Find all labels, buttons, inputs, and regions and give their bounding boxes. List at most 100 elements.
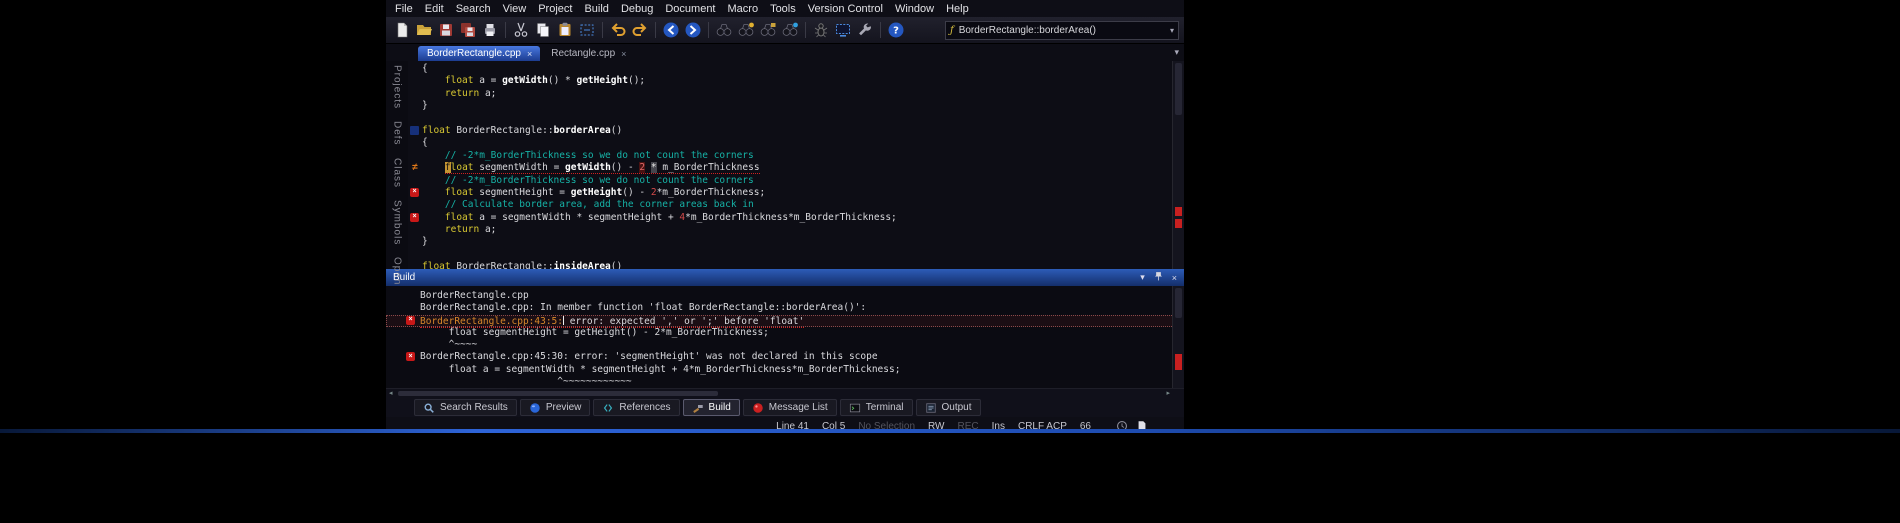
- build-line: float segmentHeight = getHeight() - 2*m_…: [386, 327, 1184, 339]
- undo-icon[interactable]: [608, 20, 628, 40]
- side-tab-class[interactable]: Class: [392, 158, 403, 188]
- cut-icon[interactable]: [511, 20, 531, 40]
- display-settings-icon[interactable]: [833, 20, 853, 40]
- output-icon: [925, 402, 937, 414]
- editor-tab-bar: BorderRectangle.cpp×Rectangle.cpp× ▾: [386, 44, 1184, 61]
- status-bar: Line 41Col 5No SelectionRWRECInsCRLF ACP…: [386, 417, 1184, 429]
- tab-overflow-chevron-icon[interactable]: ▾: [1174, 47, 1179, 58]
- panel-close-icon[interactable]: ×: [1172, 273, 1177, 283]
- output-tab-preview[interactable]: Preview: [520, 399, 591, 416]
- tab-borderrectangle-cpp[interactable]: BorderRectangle.cpp×: [418, 46, 540, 61]
- status-no-selection: No Selection: [858, 421, 915, 430]
- code-line: return a;: [408, 88, 1184, 100]
- terminal-icon: [849, 402, 861, 414]
- find-in-files-icon[interactable]: [758, 20, 778, 40]
- new-file-icon[interactable]: [392, 20, 412, 40]
- error-marker-icon: ×: [406, 316, 415, 325]
- find-icon[interactable]: [714, 20, 734, 40]
- side-tab-projects[interactable]: Projects: [392, 65, 403, 109]
- find-symbol-icon[interactable]: [780, 20, 800, 40]
- panel-pin-icon[interactable]: [1153, 271, 1164, 284]
- redo-icon[interactable]: [630, 20, 650, 40]
- code-line: return a;: [408, 224, 1184, 236]
- menu-tools[interactable]: Tools: [764, 2, 802, 16]
- menu-project[interactable]: Project: [532, 2, 578, 16]
- error-marker-icon: ×: [406, 352, 415, 361]
- print-icon[interactable]: [480, 20, 500, 40]
- tab-close-icon[interactable]: ×: [527, 49, 532, 59]
- panel-collapse-icon[interactable]: ▾: [1140, 272, 1145, 283]
- output-tab-build[interactable]: Build: [683, 399, 740, 416]
- code-line: }: [408, 100, 1184, 112]
- side-tab-defs[interactable]: Defs: [392, 121, 403, 146]
- forward-icon[interactable]: [683, 20, 703, 40]
- copy-icon[interactable]: [533, 20, 553, 40]
- save-all-icon[interactable]: [458, 20, 478, 40]
- status-ins: Ins: [992, 421, 1005, 430]
- status-icons: [1116, 420, 1148, 429]
- editor-scrollbar[interactable]: [1172, 61, 1184, 269]
- menu-document[interactable]: Document: [659, 2, 721, 16]
- menu-edit[interactable]: Edit: [419, 2, 450, 16]
- chevron-down-icon[interactable]: ▾: [1170, 26, 1174, 35]
- code-line: float segmentWidth = getWidth() - 2 * m_…: [408, 162, 1184, 174]
- build-line: float a = segmentWidth * segmentHeight +…: [386, 364, 1184, 376]
- code-editor[interactable]: { float a = getWidth() * getHeight(); re…: [408, 61, 1184, 269]
- output-tab-label: Build: [709, 402, 731, 413]
- snippet-icon[interactable]: [577, 20, 597, 40]
- scroll-right-icon[interactable]: ▸: [1166, 389, 1170, 398]
- help-icon[interactable]: ?: [886, 20, 906, 40]
- status-line-41: Line 41: [776, 421, 809, 430]
- output-tab-output[interactable]: Output: [916, 399, 981, 416]
- hscrollbar-thumb[interactable]: [398, 391, 718, 396]
- menu-window[interactable]: Window: [889, 2, 940, 16]
- menu-search[interactable]: Search: [450, 2, 497, 16]
- build-error-line[interactable]: BorderRectangle.cpp:45:30: error: 'segme…: [386, 351, 1184, 363]
- output-tab-label: Search Results: [440, 402, 508, 413]
- status-rec: REC: [958, 421, 979, 430]
- code-line: float BorderRectangle::borderArea(): [408, 125, 1184, 137]
- menu-debug[interactable]: Debug: [615, 2, 659, 16]
- menu-file[interactable]: File: [389, 2, 419, 16]
- message-list-icon: [752, 402, 764, 414]
- scroll-left-icon[interactable]: ◂: [389, 389, 393, 398]
- bug-icon[interactable]: [811, 20, 831, 40]
- build-panel-titlebar: Build ▾×: [386, 269, 1184, 286]
- code-line: // -2*m_BorderThickness so we do not cou…: [408, 150, 1184, 162]
- build-scrollbar[interactable]: [1172, 286, 1184, 388]
- menu-version-control[interactable]: Version Control: [802, 2, 889, 16]
- output-tab-references[interactable]: References: [593, 399, 679, 416]
- scrollbar-thumb[interactable]: [1175, 288, 1182, 318]
- menu-build[interactable]: Build: [578, 2, 614, 16]
- paste-icon[interactable]: [555, 20, 575, 40]
- tab-close-icon[interactable]: ×: [621, 49, 626, 59]
- build-panel-title: Build: [393, 272, 415, 283]
- build-error-line[interactable]: BorderRectangle.cpp:43:5: error: expecte…: [386, 315, 1184, 327]
- menu-macro[interactable]: Macro: [722, 2, 765, 16]
- open-file-icon[interactable]: [414, 20, 434, 40]
- build-panel-buttons: ▾×: [1140, 271, 1177, 284]
- output-tab-search-results[interactable]: Search Results: [414, 399, 517, 416]
- tab-rectangle-cpp[interactable]: Rectangle.cpp×: [542, 46, 634, 61]
- output-tab-terminal[interactable]: Terminal: [840, 399, 913, 416]
- code-line: {: [408, 63, 1184, 75]
- build-settings-icon[interactable]: [855, 20, 875, 40]
- menu-view[interactable]: View: [497, 2, 533, 16]
- scrollbar-thumb[interactable]: [1175, 63, 1182, 115]
- function-icon: ƒ: [950, 25, 954, 36]
- build-icon: [692, 402, 704, 414]
- mismatch-marker-icon: ≠: [410, 163, 420, 173]
- log-file-icon[interactable]: [1136, 420, 1148, 429]
- output-tab-label: Preview: [546, 402, 582, 413]
- back-icon[interactable]: [661, 20, 681, 40]
- output-tab-message-list[interactable]: Message List: [743, 399, 837, 416]
- save-icon[interactable]: [436, 20, 456, 40]
- history-icon[interactable]: [1116, 420, 1128, 429]
- find-replace-icon[interactable]: [736, 20, 756, 40]
- references-icon: [602, 402, 614, 414]
- build-lines: BorderRectangle.cppBorderRectangle.cpp: …: [386, 290, 1184, 388]
- build-hscrollbar[interactable]: ◂ ▸: [386, 388, 1184, 398]
- function-scope-combo[interactable]: ƒ BorderRectangle::borderArea() ▾: [945, 21, 1179, 40]
- side-tab-symbols[interactable]: Symbols: [392, 200, 403, 245]
- menu-help[interactable]: Help: [940, 2, 975, 16]
